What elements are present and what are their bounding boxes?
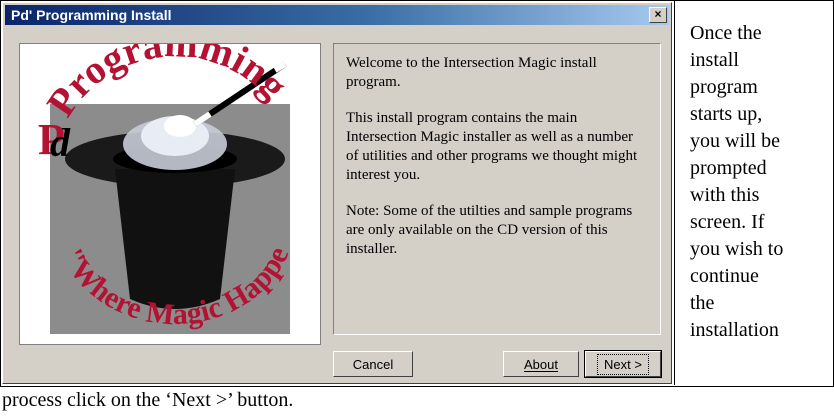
- window-title: Pd' Programming Install: [11, 7, 172, 23]
- next-button-label: Next >: [597, 353, 649, 375]
- about-button[interactable]: About: [503, 351, 579, 377]
- next-button[interactable]: Next >: [584, 350, 662, 378]
- logo-image: P d Programming "Where Magic Happens!": [12, 18, 321, 345]
- side-text-line: Once the: [690, 22, 762, 44]
- cancel-button[interactable]: Cancel: [333, 351, 413, 377]
- svg-text:d: d: [50, 120, 71, 165]
- about-button-label: About: [524, 356, 558, 372]
- close-button[interactable]: ×: [649, 7, 667, 23]
- pd-programming-logo: P d Programming "Where Magic Happens!": [12, 18, 297, 334]
- side-text-line: installation: [690, 319, 779, 341]
- side-text-line: prompted: [690, 157, 767, 179]
- welcome-text-panel: Welcome to the Intersection Magic instal…: [333, 43, 661, 335]
- side-text-line: screen. If: [690, 211, 765, 233]
- side-text-line: starts up,: [690, 103, 763, 125]
- side-text-line: program: [690, 76, 758, 98]
- instruction-side-text: Once the install program starts up, you …: [690, 20, 830, 344]
- side-text-line: you will be: [690, 130, 780, 152]
- side-text-line: continue: [690, 265, 759, 287]
- side-text-line: install: [690, 49, 739, 71]
- table-column-divider: [674, 0, 675, 385]
- side-text-line: you wish to: [690, 238, 784, 260]
- side-text-line: the: [690, 292, 715, 314]
- install-dialog: Pd' Programming Install × P d Progra min…: [2, 2, 672, 384]
- welcome-paragraph: Welcome to the Intersection Magic instal…: [346, 55, 597, 90]
- note-paragraph: Note: Some of the utilties and sample pr…: [346, 203, 633, 257]
- side-text-line: with this: [690, 184, 760, 206]
- title-bar[interactable]: Pd' Programming Install ×: [5, 5, 669, 25]
- instruction-bottom-text: process click on the ‘Next >’ button.: [2, 389, 294, 411]
- contents-paragraph: This install program contains the main I…: [346, 110, 638, 183]
